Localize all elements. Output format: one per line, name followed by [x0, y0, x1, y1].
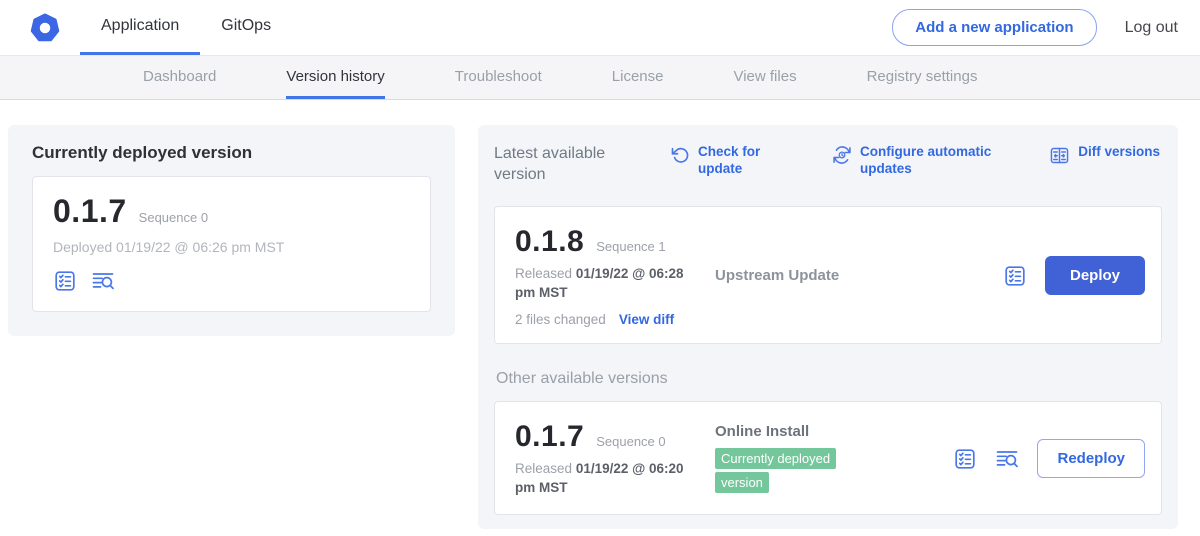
install-type-label: Online Install — [715, 423, 910, 440]
latest-released-timestamp: Released 01/19/22 @ 06:28 pm MST — [515, 264, 707, 303]
deployed-card-title: Currently deployed version — [32, 143, 431, 163]
available-versions-card: Latest available version Check for updat… — [478, 125, 1178, 529]
files-changed-label: 2 files changed — [515, 312, 606, 327]
other-version-row: 0.1.7 Sequence 0 Released 01/19/22 @ 06:… — [494, 401, 1162, 515]
preflight-checklist-icon[interactable] — [1003, 264, 1027, 288]
auto-update-icon — [832, 145, 852, 165]
available-card-header: Latest available version Check for updat… — [494, 140, 1162, 186]
deployed-version-box: 0.1.7 Sequence 0 Deployed 01/19/22 @ 06:… — [32, 176, 431, 312]
other-sequence-label: Sequence 0 — [596, 434, 665, 449]
subnav-tab-license[interactable]: License — [612, 56, 664, 99]
subnav-tab-version-history[interactable]: Version history — [286, 56, 384, 99]
version-history-page: Currently deployed version 0.1.7 Sequenc… — [0, 101, 1200, 536]
other-version-number: 0.1.7 — [515, 420, 584, 454]
subnav-tab-view-files[interactable]: View files — [733, 56, 796, 99]
subnav-tab-dashboard[interactable]: Dashboard — [143, 56, 216, 99]
tab-gitops[interactable]: GitOps — [200, 0, 292, 55]
other-version-actions: Redeploy — [953, 439, 1145, 478]
currently-deployed-card: Currently deployed version 0.1.7 Sequenc… — [8, 125, 455, 336]
check-for-update-label: Check for update — [698, 144, 774, 178]
currently-deployed-badge: Currently deployed version — [715, 448, 836, 492]
top-nav-tabs: Application GitOps — [80, 0, 292, 55]
subnav-tab-registry-settings[interactable]: Registry settings — [867, 56, 978, 99]
check-update-icon — [670, 145, 690, 165]
top-nav-right: Add a new application Log out — [892, 0, 1200, 55]
view-diff-link[interactable]: View diff — [619, 312, 674, 327]
other-version-status: Online Install Currently deployed versio… — [715, 423, 910, 494]
tab-application[interactable]: Application — [80, 0, 200, 55]
view-logs-icon[interactable] — [995, 447, 1019, 471]
subnav-tab-troubleshoot[interactable]: Troubleshoot — [455, 56, 542, 99]
view-logs-icon[interactable] — [91, 269, 115, 293]
other-version-info: 0.1.7 Sequence 0 Released 01/19/22 @ 06:… — [515, 420, 715, 498]
deploy-button[interactable]: Deploy — [1045, 256, 1145, 295]
deployed-version-number: 0.1.7 — [53, 193, 127, 230]
check-for-update-link[interactable]: Check for update — [670, 144, 774, 178]
latest-available-title: Latest available version — [494, 144, 634, 186]
latest-version-number: 0.1.8 — [515, 225, 584, 259]
deployed-sequence-label: Sequence 0 — [139, 210, 208, 225]
diff-versions-label: Diff versions — [1078, 144, 1160, 161]
other-versions-heading: Other available versions — [496, 370, 1162, 388]
released-prefix: Released — [515, 266, 572, 281]
latest-sequence-label: Sequence 1 — [596, 239, 665, 254]
app-logo-icon — [30, 0, 60, 55]
deployed-timestamp: Deployed 01/19/22 @ 06:26 pm MST — [53, 239, 410, 255]
preflight-checklist-icon[interactable] — [53, 269, 77, 293]
diff-versions-link[interactable]: Diff versions — [1049, 144, 1160, 166]
latest-version-actions: Deploy — [1003, 256, 1145, 295]
app-sub-nav: Dashboard Version history Troubleshoot L… — [0, 56, 1200, 100]
available-card-actions: Check for update Configure automatic upd… — [634, 144, 1162, 178]
deployed-actions — [53, 269, 410, 293]
files-changed-row: 2 files changed View diff — [515, 312, 715, 327]
status-badge-wrap: Currently deployed version — [715, 447, 867, 494]
version-source-label: Upstream Update — [715, 267, 839, 284]
preflight-checklist-icon[interactable] — [953, 447, 977, 471]
configure-automatic-updates-link[interactable]: Configure automatic updates — [832, 144, 1000, 178]
logout-link[interactable]: Log out — [1125, 19, 1178, 37]
other-released-timestamp: Released 01/19/22 @ 06:20 pm MST — [515, 459, 707, 498]
configure-automatic-updates-label: Configure automatic updates — [860, 144, 1000, 178]
top-nav: Application GitOps Add a new application… — [0, 0, 1200, 56]
diff-versions-icon — [1049, 145, 1070, 166]
redeploy-button[interactable]: Redeploy — [1037, 439, 1145, 478]
released-prefix: Released — [515, 461, 572, 476]
latest-version-info: 0.1.8 Sequence 1 Released 01/19/22 @ 06:… — [515, 225, 715, 327]
add-application-button[interactable]: Add a new application — [892, 9, 1096, 46]
latest-version-source: Upstream Update — [715, 267, 1003, 285]
latest-version-row: 0.1.8 Sequence 1 Released 01/19/22 @ 06:… — [494, 206, 1162, 344]
